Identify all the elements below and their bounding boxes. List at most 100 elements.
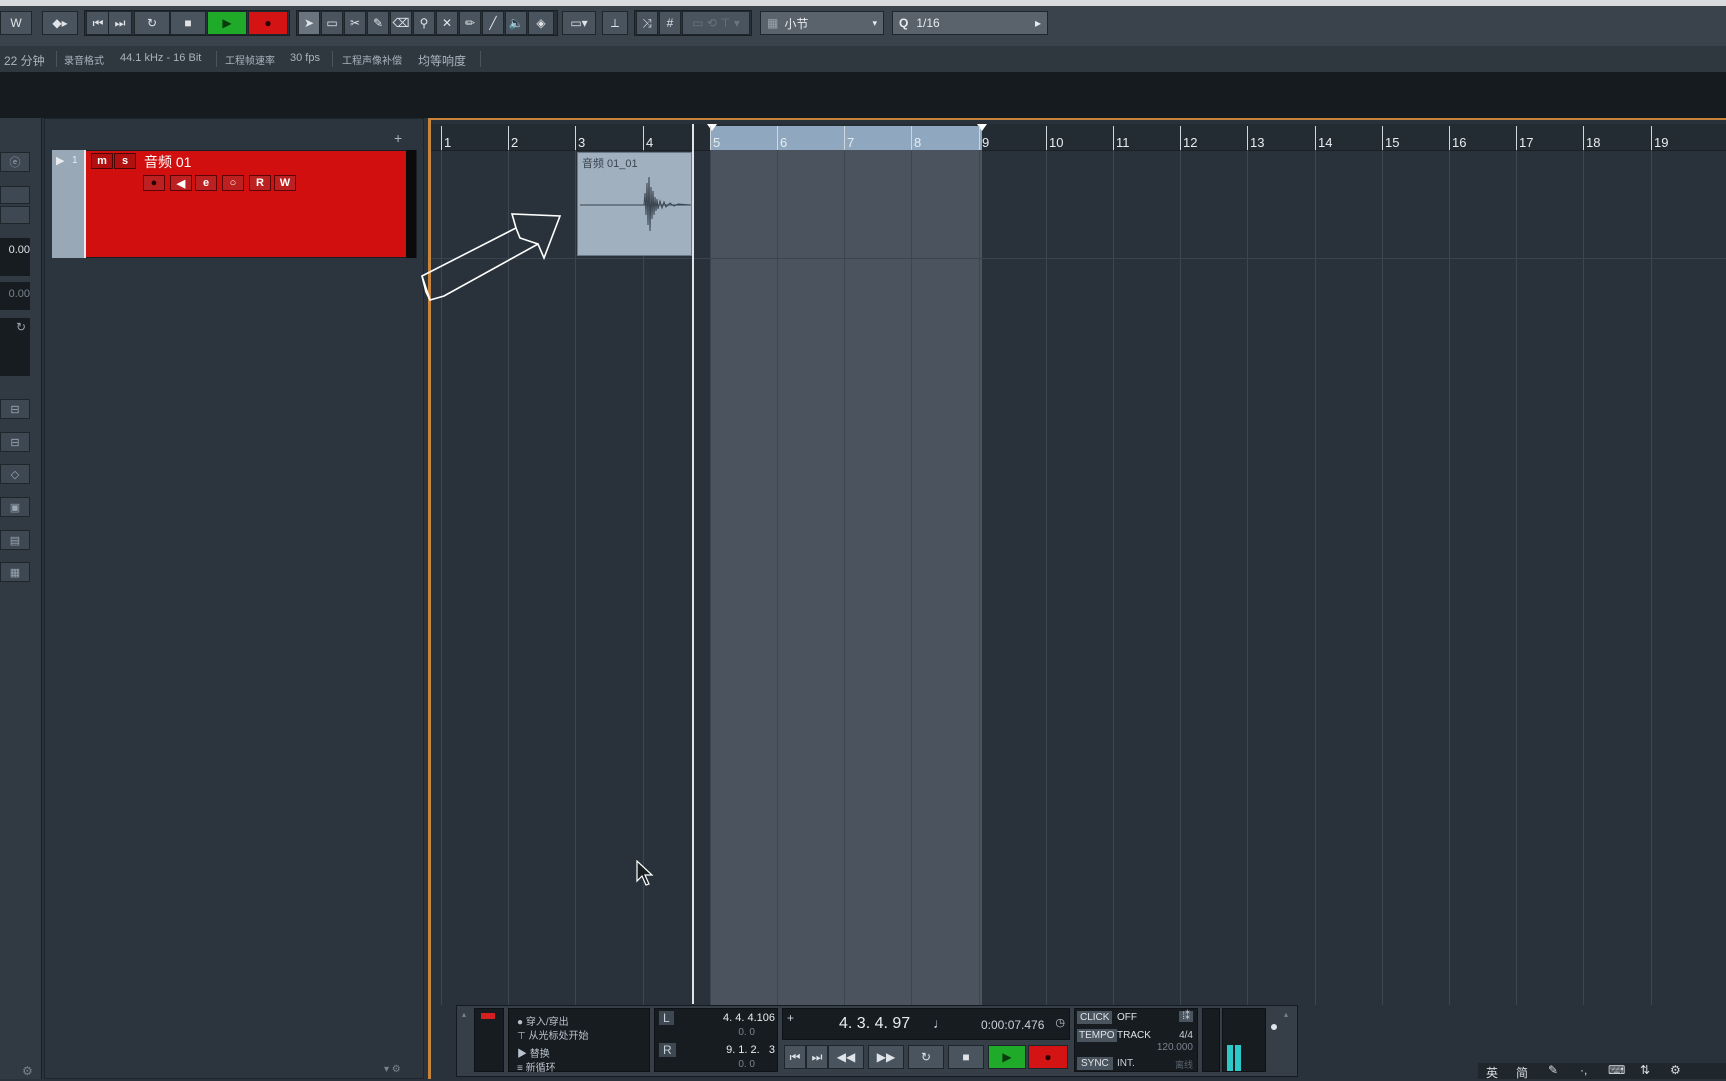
right-locator-label[interactable]: R [659,1043,676,1057]
ime-pen-icon[interactable]: ✎ [1548,1063,1558,1077]
autoscroll-button[interactable]: ⤨ [636,11,658,35]
transport-stop-button[interactable]: ■ [948,1045,984,1069]
ime-keyboard-icon[interactable]: ⌨ [1608,1063,1625,1077]
lanes-button[interactable]: ○ [222,175,244,191]
inspector-edit-button[interactable]: ⓔ [0,152,30,172]
right-locator-value[interactable]: 9. 1. 2. 3 [726,1044,775,1056]
add-track-icon[interactable]: + [394,130,402,146]
inspector-quick-controls-button[interactable]: ▦ [0,562,30,582]
inspector-settings-icon[interactable]: ⚙ [22,1064,33,1078]
edit-channel-button[interactable]: e [195,175,217,191]
object-selection-tool[interactable]: ➤ [298,11,320,35]
project-window[interactable] [428,118,1726,1079]
inspector-notepad-button[interactable]: ▤ [0,530,30,550]
project-cursor[interactable] [692,124,694,1004]
left-locator-marker[interactable] [707,124,717,131]
add-position-icon[interactable]: + [787,1011,794,1025]
zoom-tool[interactable]: ⚲ [413,11,435,35]
inspector-fader-a[interactable] [0,186,30,204]
quantize-icon: Q [899,16,909,30]
sync-button[interactable]: SYNC [1077,1057,1113,1070]
position-time-value[interactable]: 0:00:07.476 [981,1018,1044,1032]
constrain-delay-button[interactable]: ◆▸ [42,11,78,35]
start-from-cursor-label[interactable]: 从光标处开始 [529,1031,589,1042]
volume-display[interactable]: 0.00 [0,238,30,276]
draw-tool[interactable]: ✏ [459,11,481,35]
pan-law-value[interactable]: 均等响度 [418,52,466,69]
sync-value[interactable]: INT. [1117,1058,1135,1069]
snap-options-button[interactable]: ▭ ⟲ ⊤ ▾ [682,11,750,35]
go-to-start-button[interactable]: ⏮ [86,11,110,35]
tempo-button[interactable]: TEMPO [1077,1029,1117,1042]
transport-go-to-end-button[interactable]: ⏭ [806,1045,828,1069]
solo-button[interactable]: s [114,153,136,169]
tempo-mode[interactable]: TRACK [1117,1030,1151,1041]
left-locator-label[interactable]: L [659,1011,674,1025]
record-button[interactable]: ● [248,11,288,35]
ime-mode[interactable]: 简 [1516,1064,1528,1081]
position-bars-value[interactable]: 4. 3. 4. 97 [839,1015,910,1033]
loop-range-ruler[interactable] [710,126,982,150]
position-display[interactable]: + 4. 3. 4. 97 ♩ 0:00:07.476 ◷ [782,1008,1070,1040]
mute-tool[interactable]: ✕ [436,11,458,35]
record-format-value[interactable]: 44.1 kHz - 16 Bit [120,52,201,64]
frame-rate-value[interactable]: 30 fps [290,52,320,64]
master-level-slider[interactable] [1268,1016,1278,1066]
cycle-mode-label[interactable]: 新循环 [526,1063,556,1074]
audio-event[interactable]: 音频 01_01 [577,152,692,256]
snap-zero-button[interactable]: ⟂ [602,11,628,35]
ime-language[interactable]: 英 [1486,1064,1498,1081]
transport-cycle-button[interactable]: ↻ [908,1045,944,1069]
record-time-max[interactable]: 22 分钟 [4,52,45,69]
go-to-end-button[interactable]: ⏭ [108,11,132,35]
transport-go-to-start-button[interactable]: ⏮ [784,1045,806,1069]
inspector-channel-button[interactable]: ▣ [0,497,30,517]
click-value[interactable]: OFF [1117,1012,1137,1023]
ime-settings-icon[interactable]: ⚙ [1670,1063,1681,1077]
toolbar-w-button[interactable]: W [0,11,32,35]
inspector-insert-button[interactable]: ⊟ [0,399,30,419]
line-tool[interactable]: ╱ [482,11,504,35]
color-menu-button[interactable]: ▭▾ [562,11,596,35]
transport-play-button[interactable]: ▶ [988,1045,1026,1069]
ime-punctuation-icon[interactable]: ·, [1580,1063,1587,1077]
range-selection-tool[interactable]: ▭ [321,11,343,35]
click-button[interactable]: CLICK [1077,1011,1113,1024]
transport-collapse-icon[interactable]: ▴ [462,1010,470,1070]
track-name[interactable]: 音频 01 [144,152,191,172]
inspector-send-button[interactable]: ◇ [0,464,30,484]
grid-type-dropdown[interactable]: ▦ 小节 ▾ [760,11,884,35]
write-automation-button[interactable]: W [274,175,296,191]
play-button[interactable]: ▶ [207,11,247,35]
inspector-fader-b[interactable] [0,206,30,224]
play-tool[interactable]: 🔈 [505,11,527,35]
grid-icon: # [666,16,674,30]
transport-expand-icon[interactable]: ▴ [1284,1010,1288,1019]
tempo-value[interactable]: 120.000 [1157,1042,1193,1053]
transport-record-button[interactable]: ● [1028,1045,1068,1069]
left-locator-offset[interactable]: 0. 0 [738,1027,755,1038]
left-locator-value[interactable]: 4. 4. 4.106 [723,1012,775,1024]
tracklist-scroll-down-icon[interactable]: ▾ ⚙ [384,1064,401,1075]
fast-forward-button[interactable]: ▶▶ [868,1045,904,1069]
rewind-button[interactable]: ◀◀ [828,1045,864,1069]
stop-button[interactable]: ■ [170,11,206,35]
cycle-button[interactable]: ↻ [134,11,170,35]
glue-tool[interactable]: ✎ [367,11,389,35]
record-enable-button[interactable]: ● [143,175,165,191]
ime-tools-icon[interactable]: ⇅ [1640,1063,1650,1077]
erase-tool[interactable]: ⌫ [390,11,412,35]
monitor-button[interactable]: ◀ [170,175,192,191]
right-locator-offset[interactable]: 0. 0 [738,1059,755,1070]
track-expand-icon[interactable]: ▶ [56,154,64,167]
inspector-eq-button[interactable]: ⊟ [0,432,30,452]
mute-button[interactable]: m [91,153,113,169]
quantize-dropdown[interactable]: Q 1/16 ▸ [892,11,1048,35]
time-signature[interactable]: 4/4 [1179,1030,1193,1041]
color-tool[interactable]: ◈ [528,11,554,35]
snap-button[interactable]: # [659,11,681,35]
split-tool[interactable]: ✂ [344,11,366,35]
pan-display[interactable]: 0.00 [0,282,30,310]
click-settings-icon[interactable]: ⁞⁑ [1179,1011,1193,1022]
read-automation-button[interactable]: R [249,175,271,191]
